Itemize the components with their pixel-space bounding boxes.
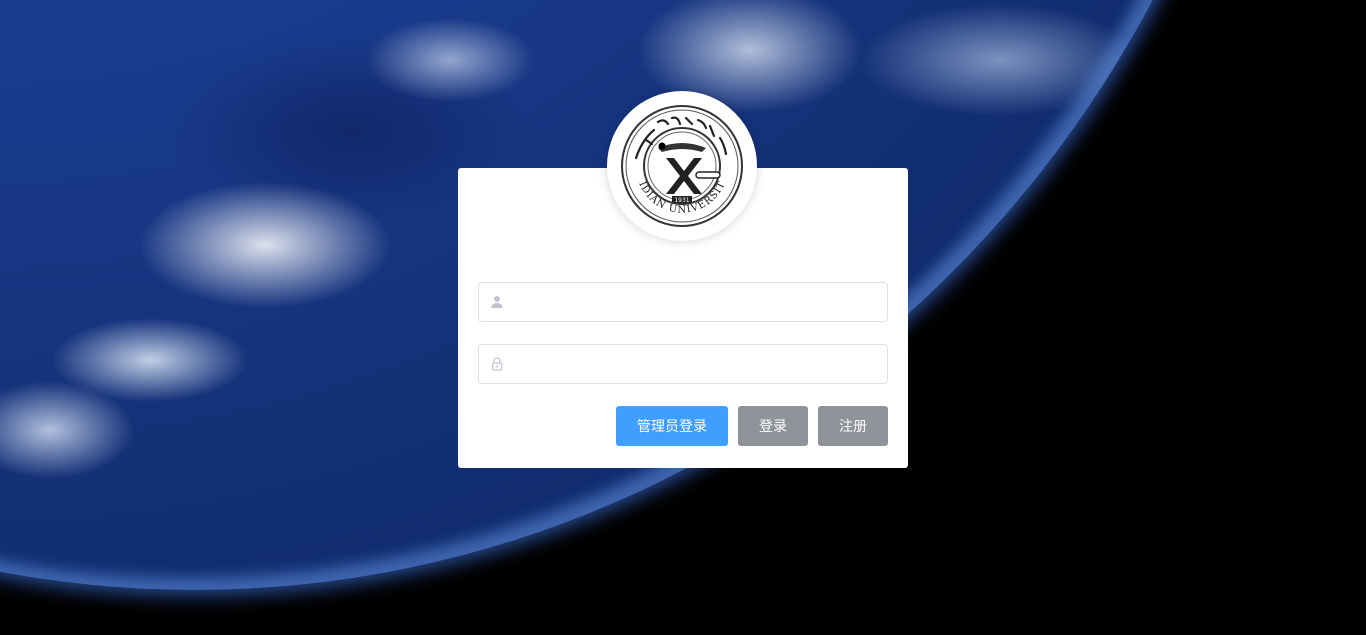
seal-year-text: 1931 — [674, 197, 689, 204]
register-button[interactable]: 注册 — [818, 406, 888, 446]
user-icon — [491, 296, 503, 308]
username-field — [478, 282, 888, 322]
university-seal-icon: 1931 XIDIAN UNIVERSITY — [616, 100, 743, 227]
password-field — [478, 344, 888, 384]
admin-login-button[interactable]: 管理员登录 — [616, 406, 728, 446]
password-input[interactable] — [509, 345, 879, 383]
avatar: 1931 XIDIAN UNIVERSITY — [607, 91, 757, 241]
login-page: 1931 XIDIAN UNIVERSITY 管理员登录 登录 注册 — [0, 0, 1366, 635]
login-button[interactable]: 登录 — [738, 406, 808, 446]
lock-icon — [491, 357, 503, 371]
username-input[interactable] — [509, 283, 879, 321]
